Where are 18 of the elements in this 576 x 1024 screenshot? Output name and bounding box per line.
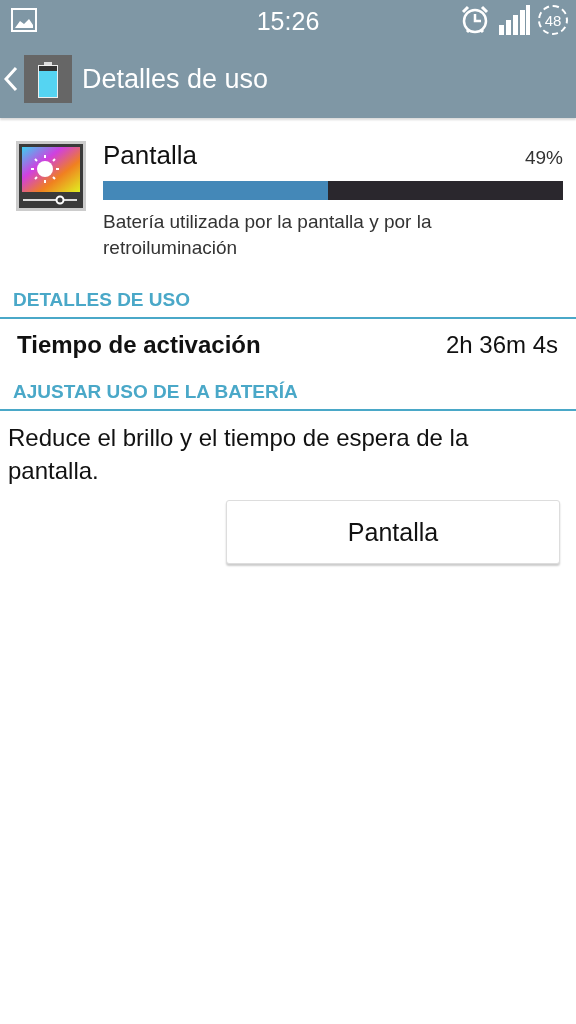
picture-icon — [10, 7, 38, 33]
item-title: Pantalla — [103, 140, 197, 171]
clock-time: 15:26 — [256, 7, 320, 36]
display-brightness-icon — [15, 140, 87, 212]
section-text: Reduce el brillo y el tiempo de espera de la pantalla. — [7, 423, 470, 486]
screen-button[interactable]: Pantalla — [226, 500, 560, 564]
back-icon[interactable] — [4, 66, 18, 92]
row-label: Tiempo de activación — [17, 331, 261, 359]
section-header: DETALLES DE USO — [0, 261, 576, 319]
percentage: 49% — [524, 147, 563, 169]
row-value: 2h 36m 4s — [445, 331, 558, 359]
battery-indicator: 48 — [538, 5, 568, 35]
battery-icon — [24, 55, 72, 103]
item-description: Batería utilizada por la pantalla y por la retroiluminación — [103, 210, 433, 260]
section-header: AJUSTAR USO DE LA BATERÍA — [0, 365, 576, 411]
alarm-clock-icon — [460, 5, 490, 35]
signal-icon — [498, 5, 530, 35]
screen-title: Detalles de uso — [82, 63, 269, 95]
